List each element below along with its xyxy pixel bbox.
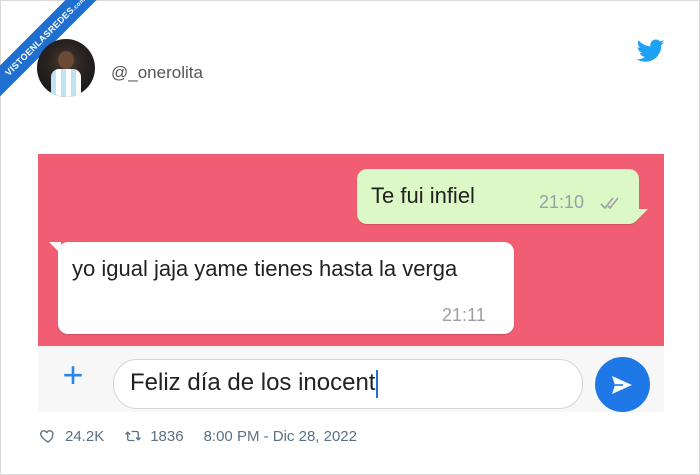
author-handle[interactable]: @_onerolita	[111, 63, 203, 83]
plus-icon[interactable]: +	[58, 357, 88, 393]
retweet-icon[interactable]	[124, 427, 142, 445]
tweet-card: VISTOENLASREDES.com @_onerolita Te fui i…	[0, 0, 700, 475]
incoming-message-text: yo igual jaja yame tienes hasta la verga	[72, 256, 458, 281]
watermark-suffix: .com	[71, 0, 87, 13]
text-caret	[376, 369, 379, 398]
double-check-icon	[600, 197, 619, 210]
outgoing-message-text: Te fui infiel	[371, 183, 475, 208]
incoming-message: yo igual jaja yame tienes hasta la verga…	[49, 242, 514, 334]
chat-screenshot: Te fui infiel 21:10 yo igual jaja yame t…	[38, 154, 664, 412]
like-count: 24.2K	[65, 427, 105, 445]
message-input[interactable]: Feliz día de los inocent	[113, 359, 583, 409]
message-input-value: Feliz día de los inocent	[130, 369, 376, 396]
send-button[interactable]	[595, 357, 650, 412]
outgoing-message: Te fui infiel 21:10	[357, 169, 648, 224]
message-input-bar: + Feliz día de los inocent	[38, 346, 664, 412]
outgoing-message-time: 21:10	[539, 192, 585, 212]
chat-area: Te fui infiel 21:10 yo igual jaja yame t…	[38, 154, 664, 346]
incoming-message-time: 21:11	[442, 305, 486, 325]
retweet-count: 1836	[150, 427, 184, 445]
heart-icon[interactable]	[39, 427, 57, 445]
tweet-stats: 24.2K 1836 8:00 PM - Dic 28, 2022	[39, 427, 357, 445]
send-icon	[612, 376, 632, 394]
twitter-bird-icon[interactable]	[637, 39, 665, 63]
tweet-timestamp[interactable]: 8:00 PM - Dic 28, 2022	[204, 428, 357, 445]
avatar[interactable]	[37, 39, 95, 97]
